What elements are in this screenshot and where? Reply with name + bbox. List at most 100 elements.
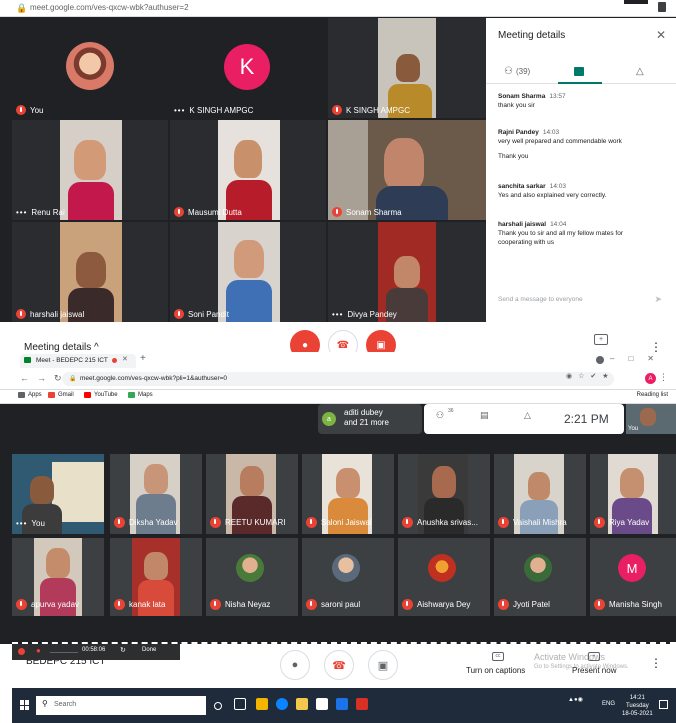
avatar: a (322, 412, 336, 426)
mic-off-icon (306, 599, 317, 610)
bottom-tile[interactable]: saroni paul (302, 538, 394, 616)
edge-icon[interactable] (276, 698, 288, 710)
maps-icon (128, 392, 135, 398)
notification-icon[interactable] (659, 700, 668, 709)
activities-icon[interactable]: △ (524, 410, 531, 421)
refresh-icon[interactable]: ↻ (120, 646, 126, 654)
file-explorer-icon[interactable] (296, 698, 308, 710)
people-icon[interactable]: ⚇ (436, 410, 444, 421)
bookmark-apps[interactable]: Apps (18, 392, 42, 398)
window-controls[interactable]: –□✕ (610, 354, 668, 363)
top-tile-soni[interactable]: Soni Pandit (170, 222, 326, 322)
bookmark-youtube[interactable]: YouTube (84, 392, 118, 398)
tab-activities[interactable]: △ (636, 61, 644, 81)
bottom-tile[interactable]: Saloni Jaiswal (302, 454, 394, 534)
bottom-tile[interactable]: Riya Yadav (590, 454, 676, 534)
windows-start-icon[interactable] (20, 700, 30, 710)
bottom-tile[interactable]: M Manisha Singh (590, 538, 676, 616)
windows-taskbar: ⚲ Search ▲●◉ ENG 14:21 Tuesday 18-05-202… (0, 688, 676, 723)
top-tile-sonam[interactable]: Sonam Sharma (328, 120, 486, 220)
cortana-icon[interactable] (214, 702, 222, 710)
tab-chat[interactable] (574, 61, 584, 81)
captions-label[interactable]: Turn on captions (466, 666, 525, 675)
bottom-tile[interactable]: Aishwarya Dey (398, 538, 490, 616)
person-face (144, 552, 168, 580)
participant-chip[interactable]: a aditi dubey and 21 more (318, 404, 422, 434)
close-icon[interactable]: ✕ (656, 28, 666, 42)
top-tile-divya[interactable]: ••• Divya Pandey (328, 222, 486, 322)
bottom-tile[interactable]: apurva yadav (12, 538, 104, 616)
captions-icon[interactable]: cc (492, 652, 504, 661)
tile-name: apurva yadav (31, 600, 80, 609)
avatar (66, 42, 114, 90)
extension-icon[interactable] (658, 2, 666, 12)
top-tile-you[interactable]: You (12, 18, 168, 118)
chat-text: Thank you (498, 153, 529, 160)
mic-off-icon (594, 517, 605, 528)
top-address-bar[interactable]: 🔒 meet.google.com/ves-qxcw-wbk?authuser=… (0, 0, 676, 17)
more-dots-icon: ••• (332, 310, 344, 319)
omnibox-icons[interactable]: ◉☆✔★ (566, 372, 615, 380)
tile-name: Renu Rai (31, 208, 65, 217)
bottom-tile[interactable]: Diksha Yadav (110, 454, 202, 534)
recording-done-button[interactable]: Done (142, 647, 156, 653)
tile-name: harshali jaiswal (30, 309, 85, 319)
mic-button[interactable]: ● (280, 650, 310, 680)
task-view-icon[interactable] (234, 698, 246, 710)
search-icon: ⚲ (42, 699, 48, 708)
tab-people[interactable]: ⚇ (39) (504, 61, 530, 81)
language-indicator[interactable]: ENG (602, 701, 615, 707)
chat-input[interactable]: Send a message to everyone (498, 296, 583, 303)
profile-avatar[interactable]: A (645, 373, 656, 384)
people-icon: ⚇ (504, 65, 513, 77)
chat-text: cooperating with us (498, 239, 555, 246)
mail-icon[interactable] (336, 698, 348, 710)
chat-sender: harshali jaiswal (498, 221, 547, 228)
more-options-icon[interactable]: ⋮ (650, 656, 662, 670)
bottom-tile[interactable]: ••• You (12, 454, 104, 534)
new-tab-icon[interactable]: + (140, 353, 146, 364)
browser-menu-icon[interactable]: ⋮ (659, 372, 668, 383)
chat-icon[interactable]: ▤ (480, 410, 489, 421)
top-tile-mausumi[interactable]: Mausumi Dutta (170, 120, 326, 220)
camera-button[interactable]: ▣ (368, 650, 398, 680)
bottom-tile[interactable]: Vaishali Mishra (494, 454, 586, 534)
mic-icon[interactable]: ● (36, 646, 41, 655)
top-meet-window: 🔒 meet.google.com/ves-qxcw-wbk?authuser=… (0, 0, 676, 360)
store-icon[interactable] (316, 698, 328, 710)
bottom-tile[interactable]: REETU KUMARI (206, 454, 298, 534)
active-tab-indicator (558, 82, 602, 84)
chat-time: 13:57 (549, 93, 566, 100)
app-icon[interactable] (356, 698, 368, 710)
tile-name: Nisha Neyaz (225, 600, 271, 609)
leave-call-button[interactable]: ☎ (324, 650, 354, 680)
chat-sender: sanchita sarkar (498, 183, 546, 190)
present-now-label[interactable]: Present now (572, 666, 616, 675)
chrome-icon[interactable] (256, 698, 268, 710)
top-tile-k-singh-video[interactable]: K SINGH AMPGC (328, 18, 486, 118)
chat-time: 14:03 (542, 129, 560, 136)
top-tile-renu[interactable]: ••• Renu Rai (12, 120, 168, 220)
taskbar-search[interactable]: ⚲ Search (36, 696, 206, 715)
bottom-tile[interactable]: Anushka srivas... (398, 454, 490, 534)
top-tile-harshali[interactable]: harshali jaiswal (12, 222, 168, 322)
bottom-tile[interactable]: kanak lata (110, 538, 202, 616)
browser-tab[interactable]: Meet - BEDEPC 215 ICT (20, 354, 136, 368)
apps-icon (18, 392, 25, 398)
mic-off-icon (402, 517, 413, 528)
send-icon[interactable]: ➤ (654, 294, 662, 305)
system-tray-icons[interactable]: ▲●◉ (568, 696, 583, 703)
omnibox[interactable]: 🔒 meet.google.com/ves-qxcw-wbk?pli=1&aut… (62, 372, 614, 386)
reading-list[interactable]: Reading list (637, 392, 668, 398)
bookmark-gmail[interactable]: Gmail (48, 392, 74, 398)
close-tab-icon[interactable]: ✕ (122, 355, 128, 363)
present-icon[interactable]: + (588, 652, 600, 661)
account-icon[interactable] (596, 356, 604, 364)
taskbar-clock[interactable]: 14:21 Tuesday 18-05-2021 (622, 694, 653, 718)
bottom-tile[interactable]: Jyoti Patel (494, 538, 586, 616)
top-tile-k-singh-letter[interactable]: K ••• K SINGH AMPGC (170, 18, 326, 118)
self-view-thumbnail[interactable]: You (626, 404, 676, 434)
present-icon[interactable]: + (594, 334, 608, 345)
bottom-tile[interactable]: Nisha Neyaz (206, 538, 298, 616)
bookmark-maps[interactable]: Maps (128, 392, 153, 398)
